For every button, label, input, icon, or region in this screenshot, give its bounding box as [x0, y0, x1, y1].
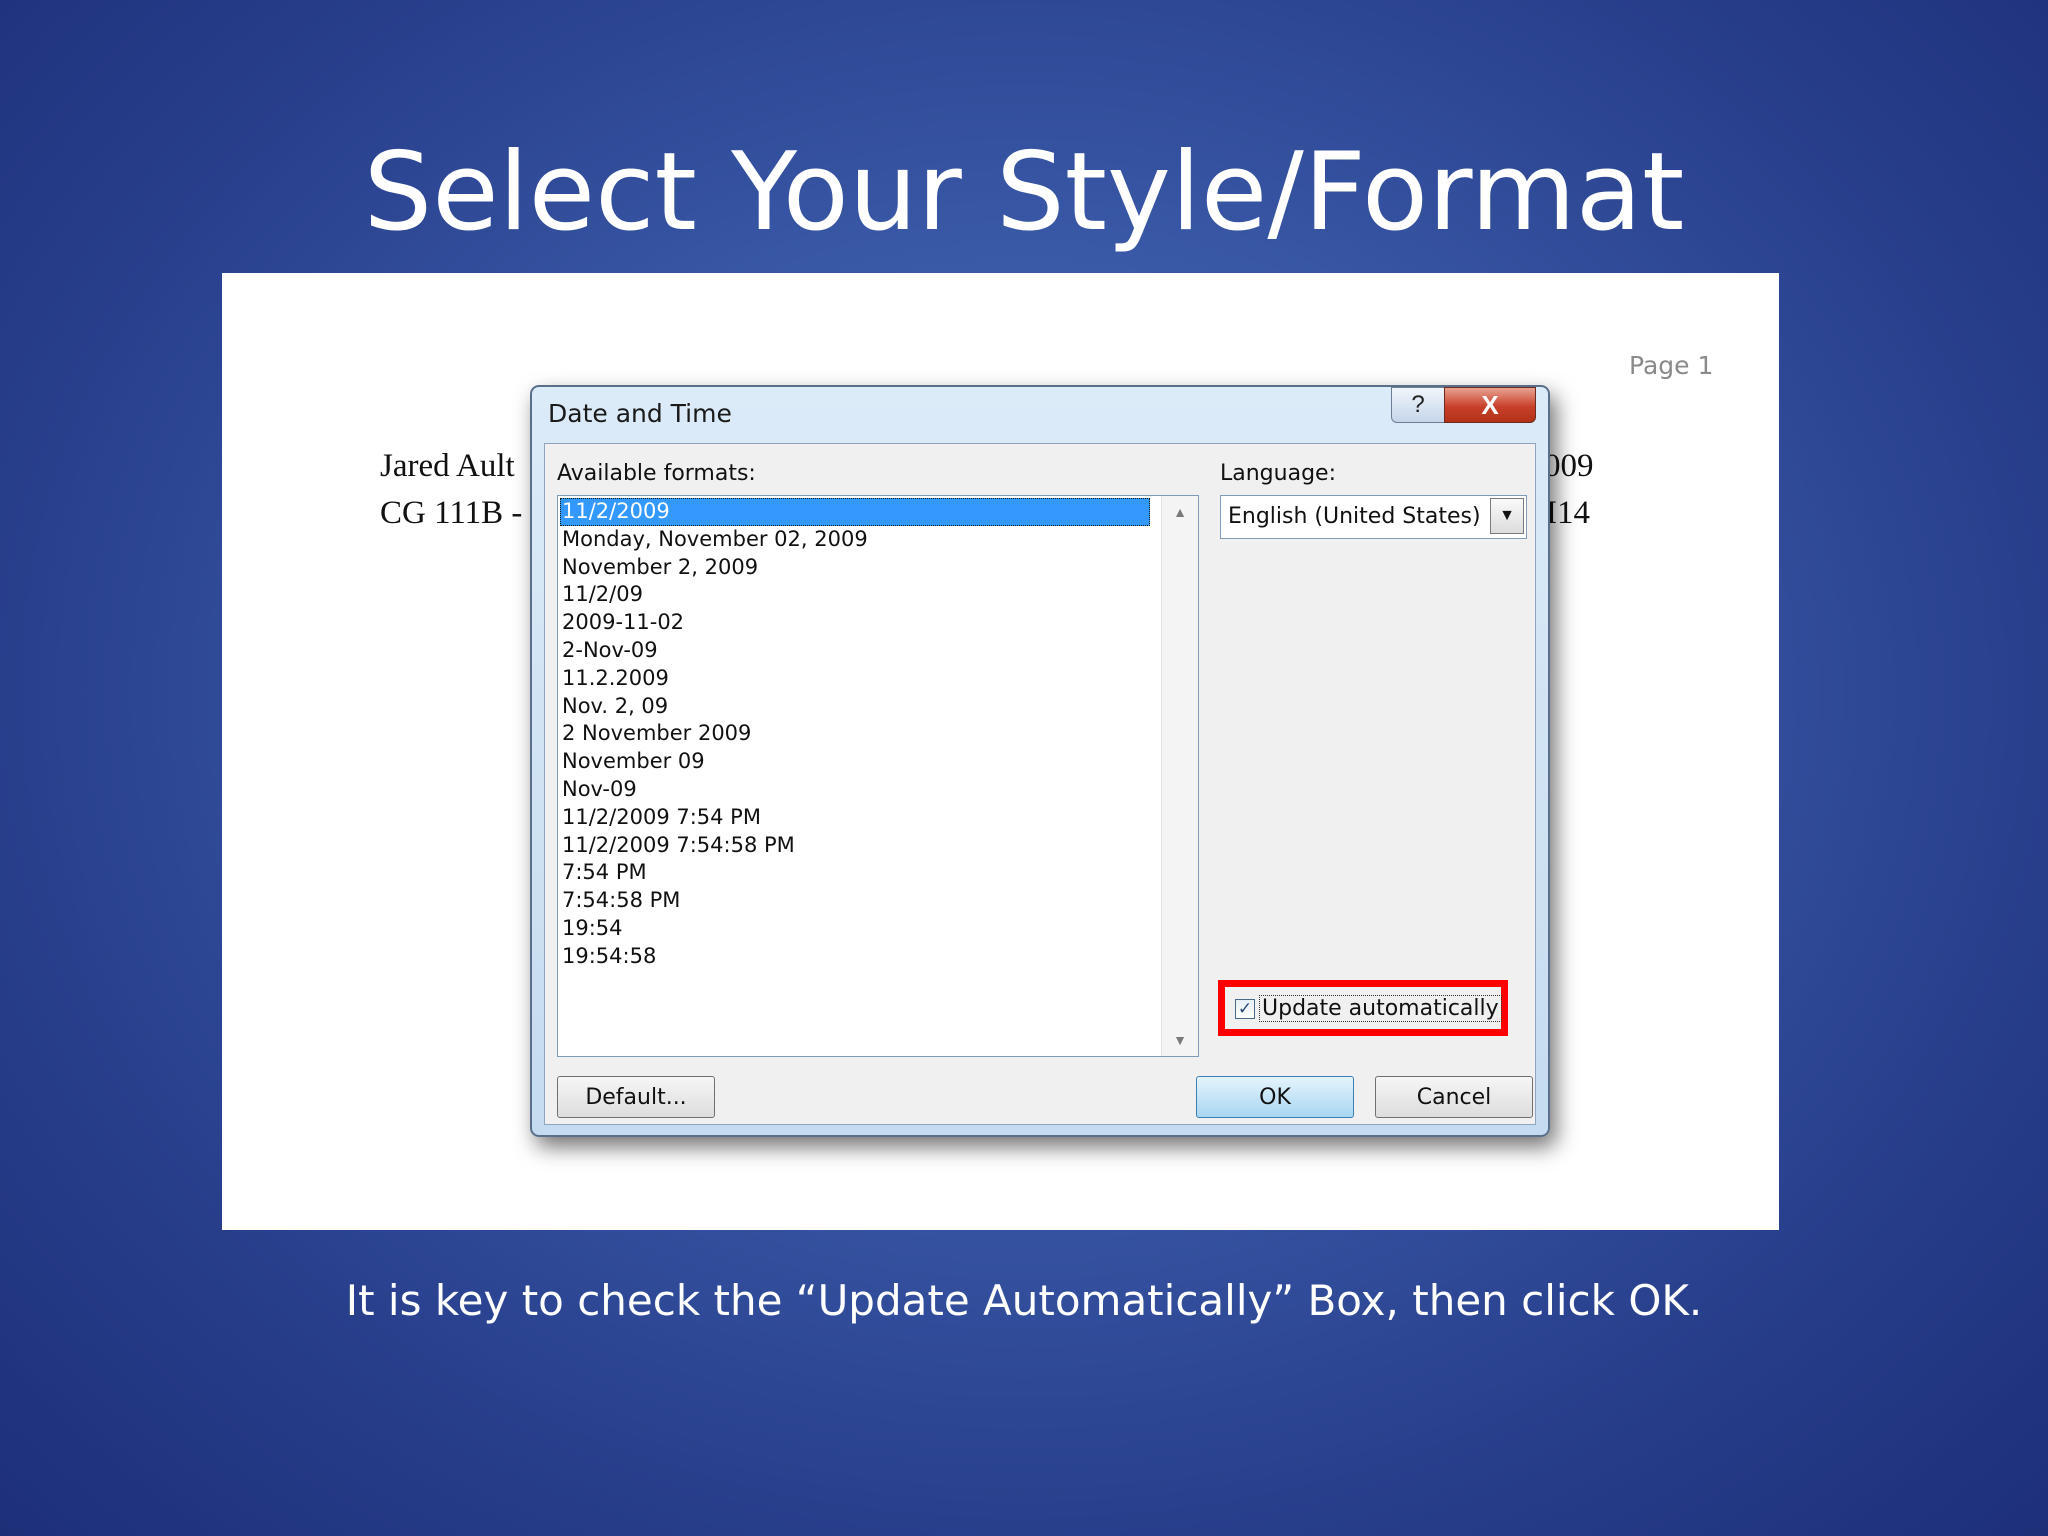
format-list-item[interactable]: 11/2/2009 7:54 PM [560, 804, 1150, 832]
format-list-item[interactable]: 7:54:58 PM [560, 887, 1150, 915]
close-button[interactable]: X [1444, 387, 1536, 423]
doc-date-line: 009 [1550, 448, 1594, 484]
slide-title: Select Your Style/Format [363, 130, 1685, 255]
ok-button[interactable]: OK [1196, 1076, 1354, 1118]
format-list-item[interactable]: Nov-09 [560, 776, 1150, 804]
available-formats-label: Available formats: [557, 461, 756, 486]
screenshot-panel: Page 1 Jared Ault CG 111B - 009 I14 Date… [222, 273, 1779, 1230]
language-value: English (United States) [1228, 504, 1481, 529]
page-number-label: Page 1 [1629, 351, 1714, 380]
format-list-item[interactable]: 19:54 [560, 915, 1150, 943]
format-list-item[interactable]: 19:54:58 [560, 943, 1150, 971]
format-list-item[interactable]: 2 November 2009 [560, 720, 1150, 748]
dialog-body: Available formats: 11/2/2009 Monday, Nove… [544, 443, 1536, 1125]
update-automatically-checkbox[interactable]: ✓ [1235, 999, 1255, 1019]
format-list-item[interactable]: November 09 [560, 748, 1150, 776]
update-automatically-highlight: ✓ Update automatically [1218, 980, 1508, 1036]
format-list-item[interactable]: 7:54 PM [560, 859, 1150, 887]
scroll-up-icon[interactable]: ▲ [1162, 504, 1198, 520]
default-button[interactable]: Default... [557, 1076, 715, 1118]
doc-right-text-clip: 009 I14 [1550, 443, 1620, 543]
slide-caption: It is key to check the “Update Automatic… [345, 1276, 1703, 1325]
list-scrollbar[interactable]: ▲ ▼ [1161, 496, 1198, 1056]
help-button[interactable]: ? [1391, 387, 1445, 423]
format-list-item[interactable]: Nov. 2, 09 [560, 693, 1150, 721]
update-automatically-label[interactable]: Update automatically [1259, 995, 1502, 1022]
scroll-down-icon[interactable]: ▼ [1162, 1032, 1198, 1048]
help-icon: ? [1411, 391, 1425, 418]
language-label: Language: [1220, 461, 1336, 486]
language-select[interactable]: English (United States) ▼ [1220, 495, 1527, 539]
cancel-button[interactable]: Cancel [1375, 1076, 1533, 1118]
format-list-item[interactable]: 11/2/2009 7:54:58 PM [560, 832, 1150, 860]
dialog-title: Date and Time [548, 399, 732, 428]
date-and-time-dialog: Date and Time ? X Available formats: 11/… [530, 385, 1550, 1137]
format-list-item[interactable]: Monday, November 02, 2009 [560, 526, 1150, 554]
format-list-item[interactable]: 11.2.2009 [560, 665, 1150, 693]
format-list-items: 11/2/2009 Monday, November 02, 2009 Novemb… [560, 498, 1150, 971]
close-icon: X [1481, 390, 1499, 420]
doc-room-line: I14 [1550, 495, 1590, 531]
format-list-item[interactable]: 2009-11-02 [560, 609, 1150, 637]
format-list-item[interactable]: November 2, 2009 [560, 554, 1150, 582]
doc-course-line: CG 111B - [380, 495, 523, 531]
format-list-item[interactable]: 11/2/2009 [560, 498, 1150, 526]
chevron-down-icon[interactable]: ▼ [1490, 498, 1524, 534]
format-list-item[interactable]: 2-Nov-09 [560, 637, 1150, 665]
available-formats-list[interactable]: 11/2/2009 Monday, November 02, 2009 Novemb… [557, 495, 1199, 1057]
format-list-item[interactable]: 11/2/09 [560, 581, 1150, 609]
doc-author-line: Jared Ault [380, 448, 515, 484]
